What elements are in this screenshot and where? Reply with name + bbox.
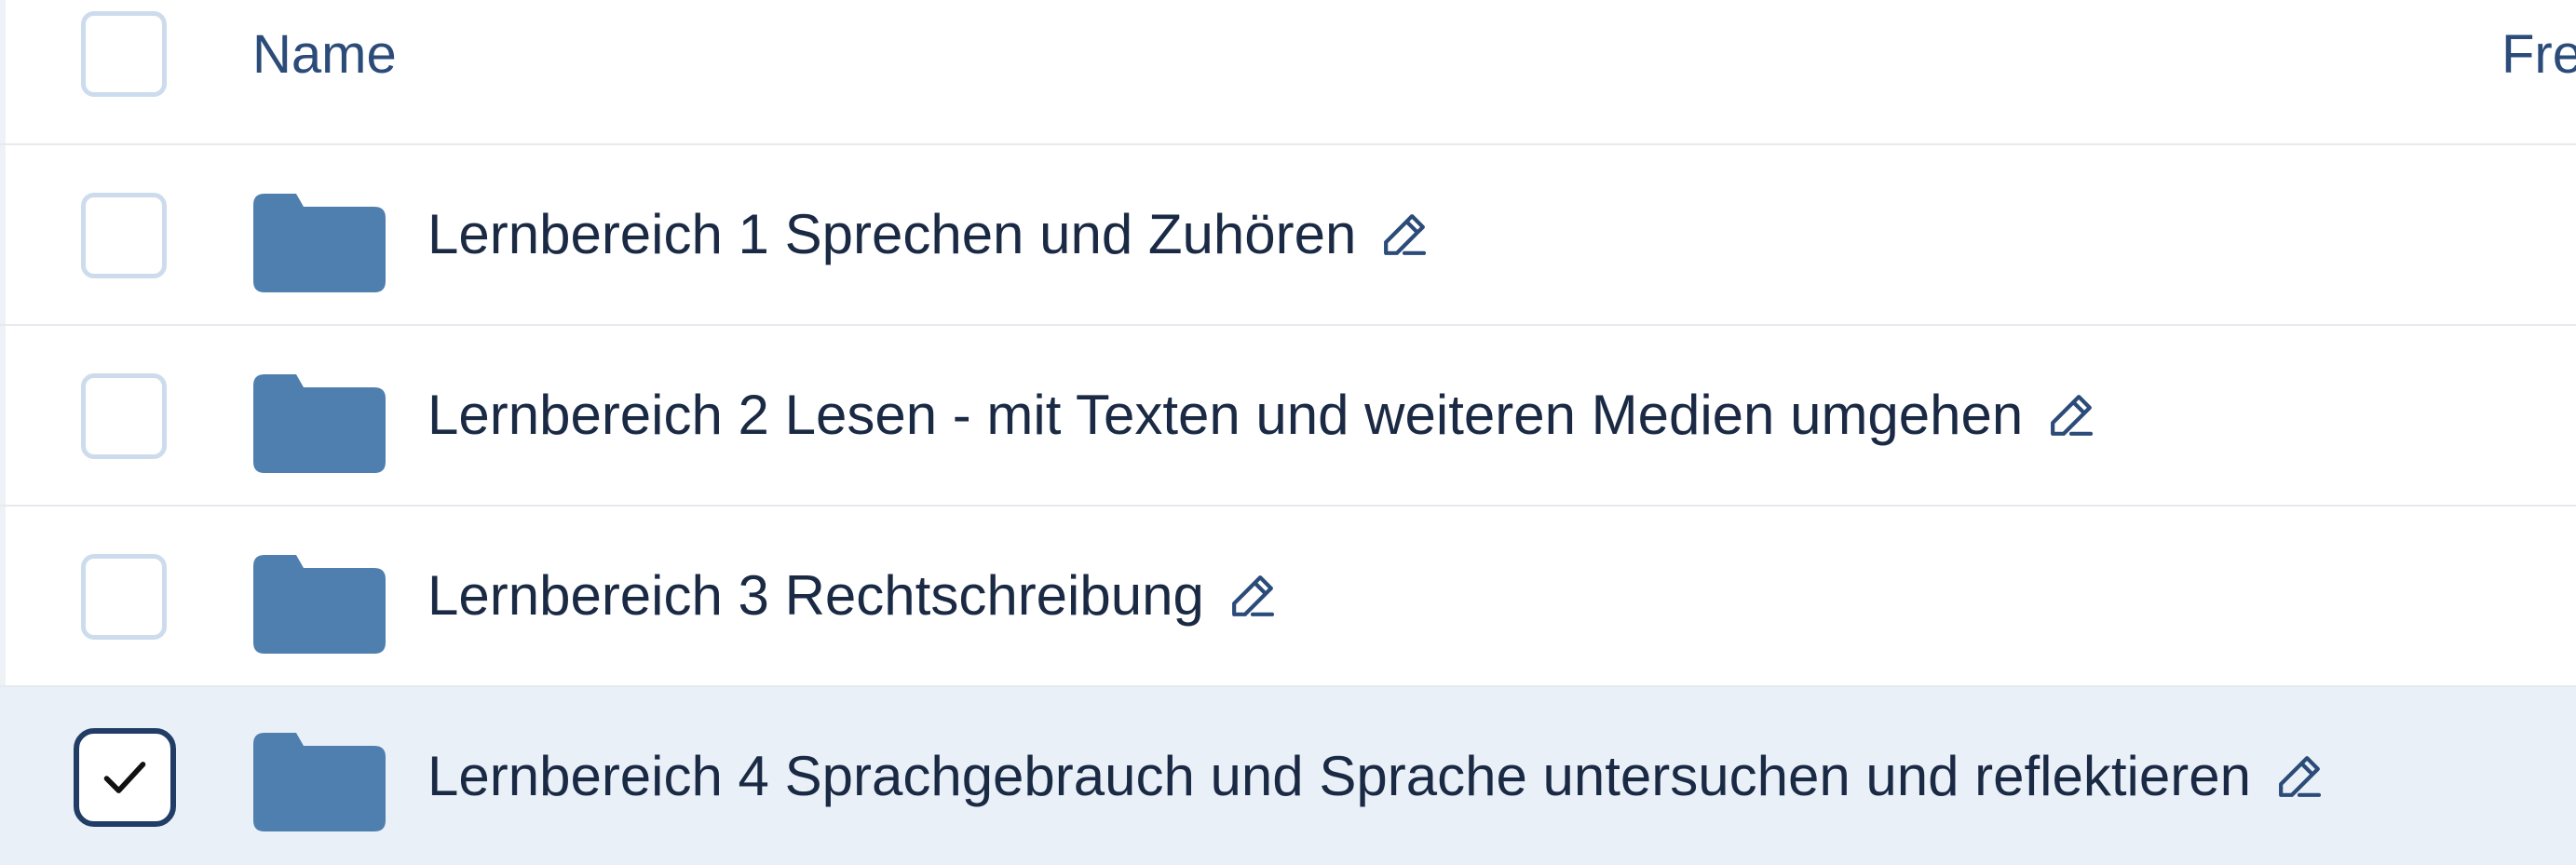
pencil-icon[interactable] — [2045, 389, 2097, 441]
pencil-icon[interactable] — [2273, 750, 2325, 803]
row-name-cell: Lernbereich 3 Rechtschreibung — [427, 507, 1279, 685]
folder-icon — [253, 733, 386, 831]
select-all-checkbox[interactable] — [81, 11, 167, 97]
checkmark-icon — [103, 762, 146, 793]
folder-name-link[interactable]: Lernbereich 4 Sprachgebrauch und Sprache… — [427, 744, 2251, 809]
row-checkbox[interactable] — [81, 193, 167, 278]
pencil-icon[interactable] — [1227, 570, 1279, 622]
folder-name-link[interactable]: Lernbereich 3 Rechtschreibung — [427, 563, 1204, 628]
table-row[interactable]: Lernbereich 1 Sprechen und Zuhören — [0, 145, 2576, 326]
table-row[interactable]: Lernbereich 3 Rechtschreibung — [0, 507, 2576, 687]
pencil-icon[interactable] — [1378, 209, 1430, 261]
row-name-cell: Lernbereich 2 Lesen - mit Texten und wei… — [427, 326, 2097, 505]
table-header-row: Name Fre — [0, 0, 2576, 145]
row-name-cell: Lernbereich 1 Sprechen und Zuhören — [427, 145, 1430, 324]
folder-icon — [253, 374, 386, 473]
row-name-cell: Lernbereich 4 Sprachgebrauch und Sprache… — [427, 687, 2325, 865]
row-checkbox[interactable] — [81, 373, 167, 459]
row-checkbox-checked[interactable] — [74, 728, 176, 827]
folder-icon — [253, 194, 386, 292]
column-header-name[interactable]: Name — [252, 22, 397, 88]
table-row-selected[interactable]: Lernbereich 4 Sprachgebrauch und Sprache… — [0, 687, 2576, 865]
checkbox-inner — [84, 738, 166, 817]
column-header-freigabe[interactable]: Fre — [2501, 22, 2576, 88]
folder-name-link[interactable]: Lernbereich 1 Sprechen und Zuhören — [427, 202, 1356, 267]
file-list-view: Name Fre Lernbereich 1 Sprechen und Zuhö… — [0, 0, 2576, 865]
folder-icon — [253, 555, 386, 654]
folder-name-link[interactable]: Lernbereich 2 Lesen - mit Texten und wei… — [427, 383, 2023, 448]
table-row[interactable]: Lernbereich 2 Lesen - mit Texten und wei… — [0, 326, 2576, 507]
row-checkbox[interactable] — [81, 554, 167, 640]
